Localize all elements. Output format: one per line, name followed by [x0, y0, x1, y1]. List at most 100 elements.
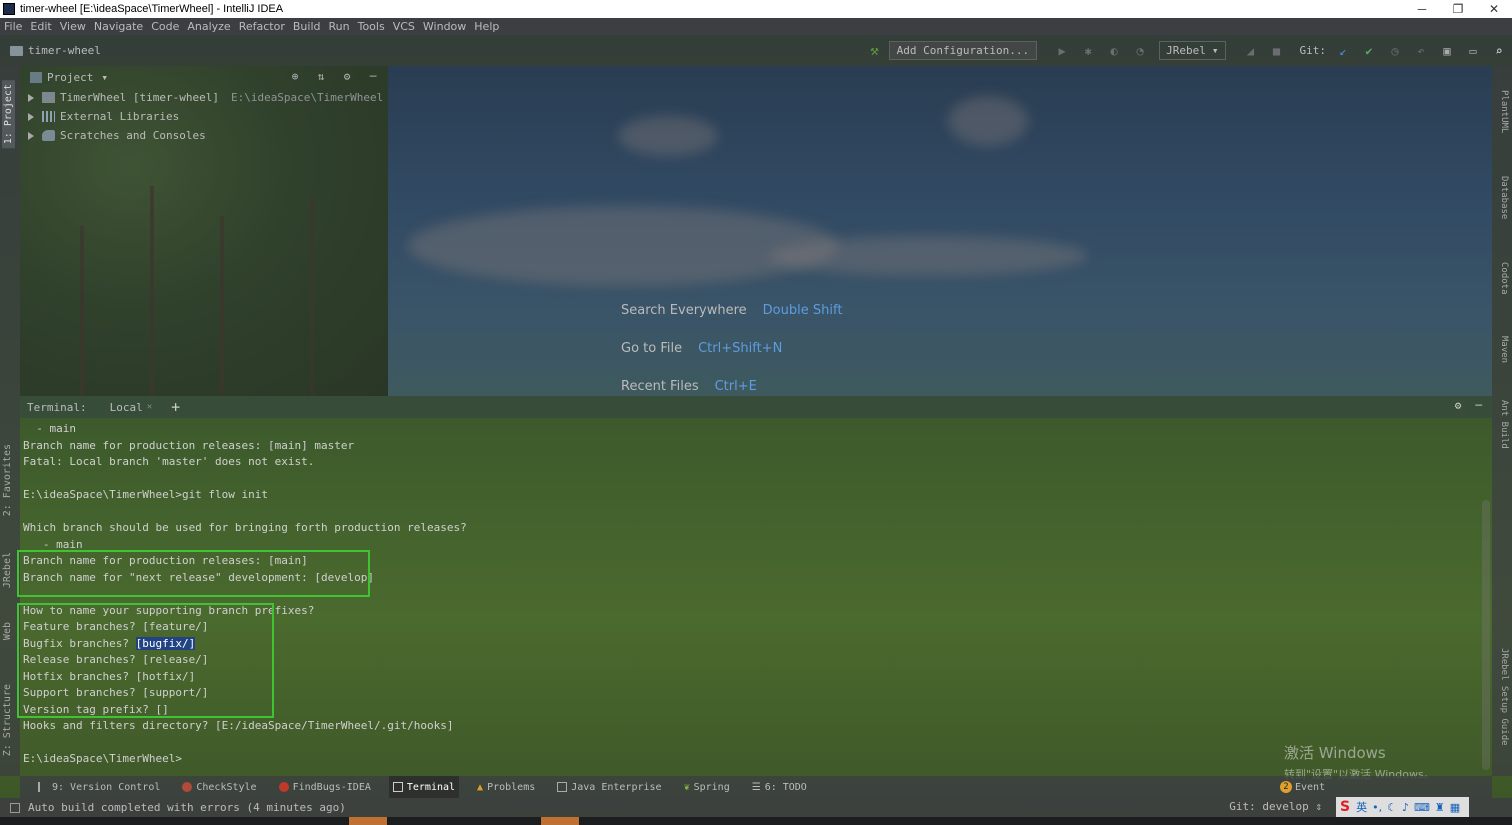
presentation-icon[interactable]: ▭: [1466, 44, 1480, 58]
menu-code[interactable]: Code: [151, 20, 179, 33]
ime-language[interactable]: 英: [1356, 799, 1367, 815]
git-update-icon[interactable]: ↙: [1336, 44, 1350, 58]
gear-icon[interactable]: ⚙: [1455, 399, 1462, 412]
menu-window[interactable]: Window: [423, 20, 466, 33]
project-view-selector[interactable]: Project: [47, 71, 93, 84]
sogou-logo-icon[interactable]: S: [1340, 799, 1350, 815]
chevron-down-icon[interactable]: ▾: [101, 71, 108, 84]
menu-navigate[interactable]: Navigate: [94, 20, 143, 33]
tool-spring[interactable]: ❦ Spring: [680, 776, 734, 798]
locate-icon[interactable]: ⊕: [288, 70, 302, 83]
git-commit-icon[interactable]: ✔: [1362, 44, 1376, 58]
terminal-output[interactable]: - main Branch name for production releas…: [23, 421, 1473, 768]
shirt-icon[interactable]: ♜: [1435, 801, 1445, 814]
menu-refactor[interactable]: Refactor: [239, 20, 285, 33]
tab-database[interactable]: Database: [1499, 176, 1509, 219]
terminal-line: Version tag prefix? []: [23, 702, 169, 716]
breadcrumb-project[interactable]: timer-wheel: [28, 44, 101, 57]
tab-plantuml[interactable]: PlantUML: [1499, 90, 1509, 133]
right-tool-stripe: PlantUML Database Codota Maven Ant Build…: [1492, 66, 1512, 776]
terminal-scrollbar[interactable]: [1482, 500, 1490, 770]
event-log-button[interactable]: 2 Event: [1280, 781, 1325, 793]
close-button[interactable]: ✕: [1476, 2, 1512, 16]
tool-version-control[interactable]: 9: Version Control: [34, 776, 164, 798]
close-icon[interactable]: ✕: [147, 402, 152, 412]
tool-checkstyle[interactable]: CheckStyle: [178, 776, 260, 798]
terminal-header: Terminal: Local ✕ + ⚙ ─: [20, 396, 1492, 418]
git-rollback-icon[interactable]: ↶: [1414, 44, 1428, 58]
tab-maven[interactable]: Maven: [1499, 336, 1509, 363]
tool-terminal[interactable]: Terminal: [388, 776, 460, 798]
menu-help[interactable]: Help: [474, 20, 499, 33]
chevron-down-icon: ▾: [1211, 44, 1219, 57]
keyboard-icon[interactable]: ⌨: [1414, 801, 1430, 814]
taskbar-item[interactable]: [541, 817, 579, 825]
tab-codota[interactable]: Codota: [1499, 262, 1509, 295]
coverage-icon[interactable]: ◐: [1107, 44, 1121, 58]
navigation-breadcrumb[interactable]: timer-wheel: [10, 44, 101, 57]
jrebel-selector[interactable]: JRebel ▾: [1159, 41, 1226, 60]
tool-todo[interactable]: ☰ 6: TODO: [748, 776, 811, 798]
tool-java-enterprise[interactable]: Java Enterprise: [553, 776, 665, 798]
tab-favorites[interactable]: 2: Favorites: [2, 444, 13, 516]
scratches-icon: [42, 130, 55, 141]
terminal-line: Fatal: Local branch 'master' does not ex…: [23, 455, 315, 468]
tab-web[interactable]: Web: [2, 622, 13, 640]
tool-findbugs[interactable]: FindBugs-IDEA: [275, 776, 375, 798]
menu-file[interactable]: File: [4, 20, 22, 33]
tab-ant-build[interactable]: Ant Build: [1499, 400, 1509, 449]
terminal-tab-local[interactable]: Local ✕: [105, 396, 158, 418]
debug-icon[interactable]: ✱: [1081, 44, 1095, 58]
project-panel-header: Project ▾ ⊕ ⇅ ⚙ ─: [20, 66, 388, 88]
taskbar-item[interactable]: [349, 817, 387, 825]
status-message[interactable]: Auto build completed with errors (4 minu…: [28, 801, 346, 814]
search-icon[interactable]: ⌕: [1492, 44, 1506, 58]
tree-item-timerwheel[interactable]: TimerWheel [timer-wheel] E:\ideaSpace\Ti…: [20, 88, 388, 107]
menu-tools[interactable]: Tools: [358, 20, 385, 33]
tool-label: FindBugs-IDEA: [292, 781, 371, 793]
menu-analyze[interactable]: Analyze: [187, 20, 230, 33]
tool-problems[interactable]: ▲ Problems: [473, 776, 539, 798]
menu-edit[interactable]: Edit: [30, 20, 51, 33]
gear-icon[interactable]: ⚙: [340, 70, 354, 83]
tab-project[interactable]: 1: Project: [2, 80, 15, 149]
expand-arrow-icon[interactable]: [28, 93, 34, 102]
stop-icon[interactable]: ■: [1270, 44, 1284, 58]
menu-view[interactable]: View: [60, 20, 86, 33]
tree-item-scratches[interactable]: Scratches and Consoles: [20, 126, 388, 145]
git-branch-widget[interactable]: Git: develop ⇕: [1229, 800, 1322, 813]
moon-icon[interactable]: ☾: [1387, 801, 1397, 814]
taskbar-strip: [0, 817, 1512, 825]
microphone-icon[interactable]: ♪: [1402, 801, 1409, 814]
tree-item-external-libraries[interactable]: External Libraries: [20, 107, 388, 126]
run-icon[interactable]: ▶: [1055, 44, 1069, 58]
collapse-all-icon[interactable]: ⇅: [314, 70, 328, 83]
terminal-label: Terminal:: [27, 400, 87, 414]
punctuation-icon[interactable]: •,: [1372, 801, 1382, 814]
tool-label: Problems: [487, 781, 536, 793]
event-count-badge: 2: [1280, 781, 1292, 793]
tab-jrebel[interactable]: JRebel: [2, 552, 13, 588]
menu-vcs[interactable]: VCS: [393, 20, 415, 33]
grid-icon[interactable]: ▦: [1450, 801, 1460, 814]
hide-panel-icon[interactable]: ─: [366, 70, 380, 83]
git-history-icon[interactable]: ◷: [1388, 44, 1402, 58]
expand-arrow-icon[interactable]: [28, 131, 34, 140]
add-configuration-button[interactable]: Add Configuration...: [888, 41, 1038, 60]
tab-jrebel-setup-guide[interactable]: JRebel Setup Guide: [1499, 648, 1509, 746]
expand-arrow-icon[interactable]: [28, 112, 34, 121]
minimize-button[interactable]: ─: [1404, 2, 1440, 16]
new-terminal-icon[interactable]: +: [171, 398, 180, 416]
restore-button[interactable]: ❐: [1440, 2, 1476, 16]
profile-icon[interactable]: ◔: [1133, 44, 1147, 58]
jrebel-run-icon[interactable]: ◢: [1244, 44, 1258, 58]
hide-panel-icon[interactable]: ─: [1475, 399, 1482, 412]
menu-build[interactable]: Build: [293, 20, 321, 33]
build-hammer-icon[interactable]: ⚒: [870, 43, 878, 59]
terminal-line: Feature branches? [feature/]: [23, 620, 209, 633]
project-structure-icon[interactable]: ▣: [1440, 44, 1454, 58]
menu-run[interactable]: Run: [329, 20, 350, 33]
tab-structure[interactable]: Z: Structure: [2, 684, 13, 756]
toggle-tool-windows-icon[interactable]: [10, 802, 20, 813]
